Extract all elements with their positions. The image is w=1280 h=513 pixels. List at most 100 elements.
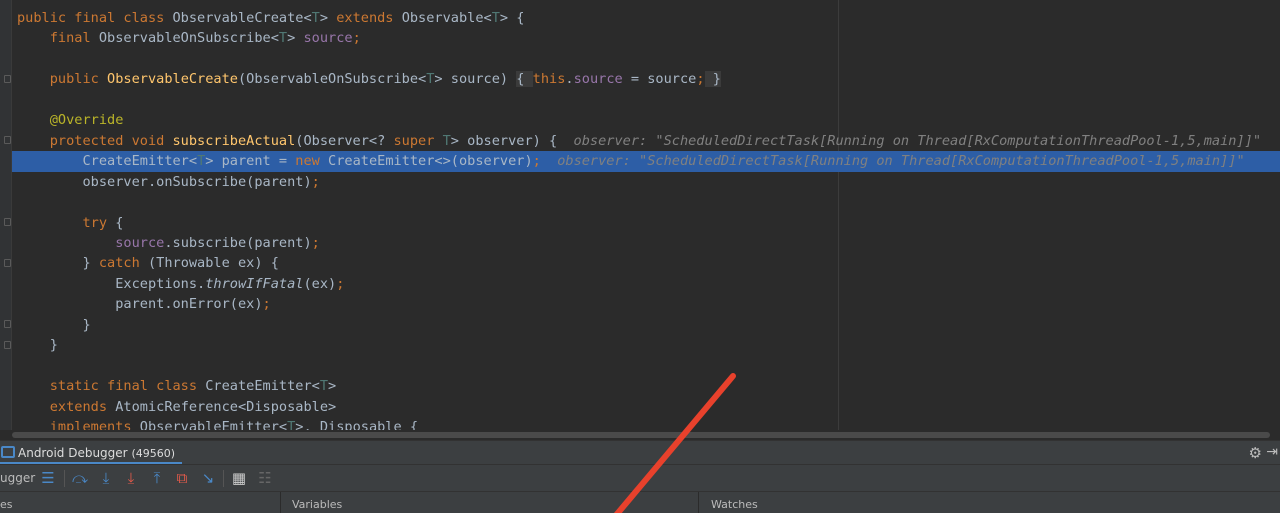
code-line[interactable]: observer.onSubscribe(parent); xyxy=(17,172,320,192)
debug-tab-bar: Android Debugger (49560) ⚙ ⇥ xyxy=(0,440,1280,465)
code-line[interactable]: Exceptions.throwIfFatal(ex); xyxy=(17,274,344,294)
variables-header: Variables xyxy=(292,498,343,511)
inline-debug-value: observer: "ScheduledDirectTask[Running o… xyxy=(540,153,1245,170)
code-token: } xyxy=(17,255,99,272)
code-token: observer.onSubscribe(parent) xyxy=(17,173,312,190)
code-line[interactable]: protected void subscribeActual(Observer<… xyxy=(17,131,1261,151)
code-token: try xyxy=(17,214,116,231)
code-token: T xyxy=(278,30,288,47)
code-token: T xyxy=(311,10,320,26)
code-token: @Override xyxy=(17,112,124,129)
code-line[interactable]: static final class CreateEmitter<T> xyxy=(17,376,336,396)
fold-icon[interactable] xyxy=(4,259,11,267)
separator xyxy=(64,470,65,487)
code-token: ; xyxy=(311,234,320,251)
code-line[interactable]: public final class ObservableCreate<T> e… xyxy=(17,8,524,28)
code-token: ; xyxy=(532,153,541,170)
horizontal-scrollbar[interactable] xyxy=(0,430,1280,440)
fold-icon[interactable] xyxy=(4,75,11,83)
fold-icon[interactable] xyxy=(4,341,11,349)
inline-debug-value: observer: "ScheduledDirectTask[Running o… xyxy=(573,132,1262,149)
code-token: super xyxy=(393,132,443,149)
pane-divider[interactable] xyxy=(698,492,699,513)
code-token: .subscribe(parent) xyxy=(164,234,312,251)
code-editor[interactable]: public final class ObservableCreate<T> e… xyxy=(0,0,1280,435)
code-token: ObservableCreate xyxy=(107,71,238,88)
frames-header: es xyxy=(0,498,13,511)
tab-label: Android Debugger xyxy=(18,446,128,460)
code-line[interactable]: CreateEmitter<T> parent = new CreateEmit… xyxy=(17,151,1245,171)
code-line[interactable]: } xyxy=(17,315,91,335)
code-token: final xyxy=(17,30,99,47)
code-token: > xyxy=(319,10,337,26)
code-token: protected void xyxy=(17,132,173,149)
code-token: catch xyxy=(98,255,148,272)
trace-icon[interactable]: ☷ xyxy=(256,469,274,487)
code-token: public xyxy=(17,71,108,88)
step-out-icon[interactable]: ⤒ xyxy=(148,469,166,487)
code-token: (ex) xyxy=(303,275,337,292)
code-token: static final class xyxy=(17,378,206,395)
code-token: Exceptions. xyxy=(17,275,206,292)
code-line[interactable]: } catch (Throwable ex) { xyxy=(17,253,278,273)
fold-icon[interactable] xyxy=(4,136,11,144)
code-token: CreateEmitter< xyxy=(205,378,320,395)
code-token: } xyxy=(704,71,721,88)
fold-icon[interactable] xyxy=(4,320,11,328)
hide-panel-icon[interactable]: ⇥ xyxy=(1266,444,1278,460)
code-token: ; xyxy=(352,30,361,47)
show-execution-point-icon[interactable]: ☰ xyxy=(39,469,57,487)
scrollbar-thumb[interactable] xyxy=(12,432,1270,438)
code-line[interactable]: } xyxy=(17,335,58,355)
debugger-subtab[interactable]: ugger xyxy=(0,471,35,485)
code-token: ; xyxy=(336,275,345,292)
code-line[interactable]: extends AtomicReference<Disposable> xyxy=(17,397,336,417)
code-token: > xyxy=(328,378,337,395)
tab-android-debugger[interactable]: Android Debugger (49560) xyxy=(0,441,182,465)
force-step-into-icon[interactable]: ⤓ xyxy=(122,469,140,487)
code-line[interactable]: public ObservableCreate(ObservableOnSubs… xyxy=(17,69,721,89)
code-token: ObservableCreate< xyxy=(172,10,312,26)
code-line[interactable]: parent.onError(ex); xyxy=(17,294,271,314)
tab-pid: (49560) xyxy=(131,447,176,460)
code-token: CreateEmitter< xyxy=(17,153,198,170)
right-margin-guide xyxy=(838,0,839,430)
fold-icon[interactable] xyxy=(4,218,11,226)
code-token: > parent = xyxy=(205,153,296,170)
code-line[interactable]: @Override xyxy=(17,110,124,130)
code-token: { xyxy=(115,214,124,231)
code-token: > { xyxy=(499,10,525,26)
code-token: T xyxy=(442,132,451,149)
pane-divider[interactable] xyxy=(280,492,281,513)
debugger-icon xyxy=(1,446,15,458)
watches-header: Watches xyxy=(711,498,758,511)
code-token: subscribeActual xyxy=(172,132,296,149)
code-token: throwIfFatal xyxy=(205,275,304,292)
code-token: extends xyxy=(17,398,116,415)
run-to-cursor-icon[interactable]: ↘ xyxy=(199,469,217,487)
code-line[interactable]: final ObservableOnSubscribe<T> source; xyxy=(17,28,361,48)
step-into-icon[interactable]: ⤓ xyxy=(97,469,115,487)
code-token: T xyxy=(491,10,500,26)
code-token: extends xyxy=(336,10,402,26)
code-token: parent.onError(ex) xyxy=(17,296,263,313)
code-token: (ObservableOnSubscribe< xyxy=(237,71,427,88)
code-token: source xyxy=(17,234,165,251)
code-token: } xyxy=(17,316,91,333)
code-token: > observer) { xyxy=(450,132,574,149)
code-token: CreateEmitter<>(observer) xyxy=(328,153,533,170)
code-token: ObservableOnSubscribe< xyxy=(98,30,279,47)
code-token: ; xyxy=(311,173,320,190)
drop-frame-icon[interactable]: ⧉ xyxy=(173,469,191,487)
code-line[interactable]: try { xyxy=(17,213,123,233)
code-token: this xyxy=(532,71,566,88)
evaluate-expression-icon[interactable]: ▦ xyxy=(230,469,248,487)
debugger-toolbar: ugger ☰ ⤼ ⤓ ⤓ ⤒ ⧉ ↘ ▦ ☷ xyxy=(0,464,1280,492)
gear-icon[interactable]: ⚙ xyxy=(1249,444,1262,462)
step-over-icon[interactable]: ⤼ xyxy=(71,469,89,487)
code-token: AtomicReference<Disposable> xyxy=(115,398,337,415)
code-line[interactable]: source.subscribe(parent); xyxy=(17,233,320,253)
code-token: Observable< xyxy=(401,10,492,26)
editor-gutter[interactable] xyxy=(0,0,12,430)
code-token: (Observer<? xyxy=(295,132,394,149)
